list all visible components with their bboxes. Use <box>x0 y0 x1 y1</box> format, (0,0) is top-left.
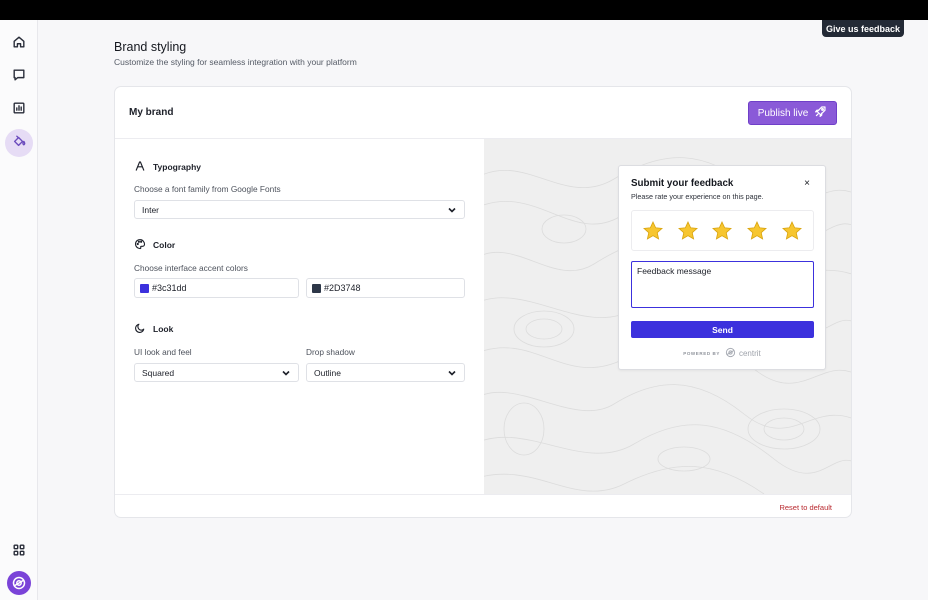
font-family-select[interactable]: Inter <box>134 200 465 219</box>
look-section-heading: Look <box>134 322 173 336</box>
widget-subtitle: Please rate your experience on this page… <box>631 192 764 201</box>
star-5-icon[interactable] <box>781 220 803 242</box>
look-heading: Look <box>153 324 174 334</box>
star-4-icon[interactable] <box>746 220 768 242</box>
chevron-down-icon <box>282 369 290 377</box>
powered-brand-name: centrit <box>738 349 761 358</box>
centrit-logo-icon[interactable] <box>7 571 31 595</box>
home-icon <box>12 35 26 54</box>
sidebar-item-brand-styling[interactable] <box>5 129 33 157</box>
brand-card: My brand Publish live Typography Choose … <box>114 86 852 518</box>
moon-icon <box>134 322 146 336</box>
top-bar <box>0 0 928 20</box>
chart-icon <box>12 101 26 120</box>
typography-heading: Typography <box>153 162 202 172</box>
powered-brand: centrit <box>725 347 761 360</box>
sidebar-item-analytics[interactable] <box>5 96 33 124</box>
feedback-message-input[interactable]: Feedback message <box>631 261 814 308</box>
sidebar-item-apps[interactable] <box>5 538 33 566</box>
apps-grid-icon <box>12 543 26 562</box>
page-subtitle: Customize the styling for seamless integ… <box>114 57 357 67</box>
typography-icon <box>134 160 146 174</box>
chat-icon <box>12 68 26 87</box>
drop-shadow-label: Drop shadow <box>306 347 355 357</box>
star-rating <box>631 210 814 251</box>
secondary-color-value: #2D3748 <box>324 283 361 293</box>
palette-icon <box>134 238 146 252</box>
chevron-down-icon <box>448 206 456 214</box>
secondary-color-swatch[interactable] <box>312 283 321 293</box>
primary-color-value: #3c31dd <box>152 283 187 293</box>
settings-panel: Typography Choose a font family from Goo… <box>115 139 484 494</box>
powered-by-label: POWERED BY <box>683 351 720 356</box>
star-2-icon[interactable] <box>677 220 699 242</box>
page-title: Brand styling <box>114 40 187 54</box>
feedback-widget: Submit your feedback Please rate your ex… <box>618 165 826 370</box>
ui-look-label: UI look and feel <box>134 347 192 357</box>
powered-by: POWERED BY centrit <box>619 347 825 360</box>
sidebar <box>0 20 38 600</box>
send-button[interactable]: Send <box>631 321 814 338</box>
chevron-down-icon <box>448 369 456 377</box>
color-section-heading: Color <box>134 238 175 252</box>
typography-section-heading: Typography <box>134 160 201 174</box>
widget-title: Submit your feedback <box>631 178 734 189</box>
color-heading: Color <box>153 240 176 250</box>
font-family-label: Choose a font family from Google Fonts <box>134 184 281 194</box>
secondary-color-input[interactable]: #2D3748 <box>306 278 465 298</box>
font-family-value: Inter <box>142 204 160 215</box>
card-title: My brand <box>129 107 174 118</box>
ui-look-select[interactable]: Squared <box>134 363 299 382</box>
accent-colors-label: Choose interface accent colors <box>134 263 248 273</box>
drop-shadow-select[interactable]: Outline <box>306 363 465 382</box>
publish-live-button[interactable]: Publish live <box>748 101 837 125</box>
ui-look-value: Squared <box>142 367 175 378</box>
sidebar-item-conversations[interactable] <box>5 63 33 91</box>
star-3-icon[interactable] <box>711 220 733 242</box>
star-1-icon[interactable] <box>642 220 664 242</box>
rocket-icon <box>814 105 827 121</box>
widget-preview: Submit your feedback Please rate your ex… <box>484 139 851 494</box>
drop-shadow-value: Outline <box>314 367 341 378</box>
give-feedback-button[interactable]: Give us feedback <box>822 20 904 37</box>
primary-color-swatch[interactable] <box>140 283 149 293</box>
primary-color-input[interactable]: #3c31dd <box>134 278 299 298</box>
close-icon[interactable]: × <box>802 179 812 189</box>
card-footer: Reset to default <box>115 494 851 517</box>
reset-to-default-link[interactable]: Reset to default <box>779 503 832 512</box>
publish-live-label: Publish live <box>757 107 809 119</box>
centrit-logo-icon <box>725 347 736 360</box>
sidebar-item-home[interactable] <box>5 30 33 58</box>
card-header: My brand Publish live <box>115 87 851 139</box>
paint-bucket-icon <box>12 134 26 153</box>
